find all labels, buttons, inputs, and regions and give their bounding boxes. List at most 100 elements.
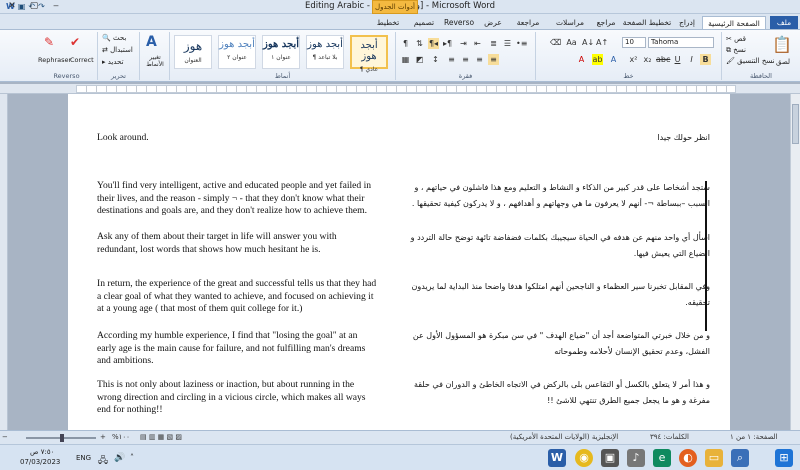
multilevel-list-icon[interactable]: ≣ [488,38,499,49]
style-heading-1[interactable]: أبجد هوز عنوان ١ [262,35,300,69]
grow-font-icon[interactable]: A↑ [596,37,608,48]
increase-indent-icon[interactable]: ⇥ [458,38,469,49]
en-paragraph-1[interactable]: Look around. [97,132,377,145]
view-buttons-icon[interactable]: ▤ ▥ ▦ ▧ ▨ [140,433,182,441]
change-case-icon[interactable]: Aa [566,37,577,48]
numbering-icon[interactable]: ☰ [502,38,513,49]
tab-page-layout[interactable]: تخطيط الصفحة [622,16,672,29]
subscript-icon[interactable]: x₂ [642,54,653,65]
shrink-font-icon[interactable]: A↓ [582,37,594,48]
replace-button[interactable]: ⇄ استبدال [102,46,133,54]
ar-paragraph-6[interactable]: و هذا أمر لا يتعلق بالكسل أو التقاعس بلى… [400,377,710,409]
bold-icon[interactable]: B [700,54,711,65]
firefox-taskbar-icon[interactable]: ◐ [679,449,697,467]
rtl-direction-icon[interactable]: ¶◂ [428,38,439,49]
change-styles-icon[interactable]: A [146,34,157,50]
search-taskbar-icon[interactable]: ⌕ [731,449,749,467]
en-paragraph-6[interactable]: This is not only about laziness or inact… [97,379,377,417]
tab-file[interactable]: ملف [770,16,798,29]
correct-icon[interactable]: ✔ [70,35,80,49]
tab-review[interactable]: مراجعة [510,16,546,29]
en-paragraph-4[interactable]: In return, the experience of the great a… [97,278,377,316]
tab-reverso[interactable]: Reverso [444,16,474,29]
clear-format-icon[interactable]: ⌫ [550,37,561,48]
vertical-scrollbar[interactable] [790,94,800,430]
ar-paragraph-1[interactable]: انظر حولك جيدا [400,130,710,146]
tab-home[interactable]: الصفحة الرئيسية [702,16,766,29]
taskbar-language[interactable]: ENG [76,454,91,462]
align-center-icon[interactable]: ≡ [474,54,485,65]
paste-icon[interactable]: 📋 [772,35,792,54]
maximize-window-button[interactable]: ▢ [22,0,46,13]
paste-button[interactable]: لصق [776,58,790,66]
zoom-slider-thumb[interactable] [60,434,64,442]
line-spacing-icon[interactable]: ↕ [430,54,441,65]
align-left-icon[interactable]: ≡ [488,54,499,65]
font-color-icon[interactable]: A [576,54,587,65]
highlight-icon[interactable]: ab [592,54,603,65]
start-button-icon[interactable]: ⊞ [775,449,793,467]
folder-taskbar-icon[interactable]: ▭ [705,449,723,467]
ltr-direction-icon[interactable]: ▸¶ [442,38,453,49]
ar-paragraph-2[interactable]: ستجد أشخاصا على قدر كبير من الذكاء و الن… [400,180,710,212]
style-heading-2[interactable]: أبجد هوز عنوان ٢ [218,35,256,69]
minimize-window-button[interactable]: ‒ [44,0,68,13]
word-taskbar-icon[interactable]: W [548,449,566,467]
copy-button[interactable]: ⧉ نسخ [726,46,746,55]
en-paragraph-5[interactable]: According my humble experience, I find t… [97,330,377,368]
close-window-button[interactable]: ✕ [0,0,24,13]
en-paragraph-2[interactable]: You'll find very intelligent, active and… [97,180,377,218]
taskbar-time[interactable]: ٧:٥٠ ص [30,448,54,456]
zoom-in-icon[interactable]: + [100,433,106,441]
tab-view[interactable]: عرض [480,16,506,29]
scrollbar-thumb[interactable] [792,104,799,144]
tray-arrow-icon[interactable]: ˄ [130,453,134,462]
align-right-icon[interactable]: ≡ [460,54,471,65]
select-button[interactable]: ▸ تحديد [102,58,124,66]
volume-icon[interactable]: 🔊 [114,453,125,463]
strikethrough-icon[interactable]: abc [656,54,670,65]
sort-icon[interactable]: ⇅ [414,38,425,49]
shading-icon[interactable]: ◩ [414,54,425,65]
taskbar-date[interactable]: 07/03/2023 [20,458,60,466]
zoom-out-icon[interactable]: − [2,433,8,441]
ar-paragraph-3[interactable]: اسأل أي واحد منهم عن هدفه في الحياة سيجي… [400,230,710,262]
change-styles-button[interactable]: تغيير الأنماط [141,54,169,68]
style-normal[interactable]: أبجد هوز ¶ عادي [350,35,388,73]
network-icon[interactable]: 🖧 [98,453,108,469]
status-page-number[interactable]: الصفحة: ١ من ١ [730,433,778,441]
cut-button[interactable]: ✂ قص [726,35,746,43]
en-paragraph-3[interactable]: Ask any of them about their target in li… [97,231,377,256]
style-title[interactable]: هوز العنوان [174,35,212,69]
superscript-icon[interactable]: x² [628,54,639,65]
status-language[interactable]: الإنجليزية (الولايات المتحدة الأمريكية) [510,433,618,441]
bullets-icon[interactable]: •≡ [516,38,527,49]
decrease-indent-icon[interactable]: ⇤ [472,38,483,49]
correct-button[interactable]: Correct [70,56,94,64]
document-page[interactable]: Look around. You'll find very intelligen… [68,94,730,430]
justify-icon[interactable]: ≡ [446,54,457,65]
status-word-count[interactable]: الكلمات: ٣٩٤ [650,433,689,441]
find-button[interactable]: 🔍 بحث [102,34,126,42]
rephraser-icon[interactable]: ✎ [44,35,54,49]
style-no-spacing[interactable]: أبجد هوز ¶ بلا تباعد [306,35,344,69]
underline-icon[interactable]: U [672,54,683,65]
text-effects-icon[interactable]: A [608,54,619,65]
horizontal-ruler[interactable] [0,84,800,94]
tab-insert[interactable]: إدراج [676,16,698,29]
tab-references[interactable]: مراجع [594,16,618,29]
rephraser-button[interactable]: Rephraser [38,56,71,64]
edge-taskbar-icon[interactable]: e [653,449,671,467]
tab-design[interactable]: تصميم [408,16,440,29]
chrome-taskbar-icon[interactable]: ◉ [575,449,593,467]
zoom-level[interactable]: %١٠٠ [112,433,130,441]
format-painter-button[interactable]: 🖌 نسخ التنسيق [726,57,775,65]
show-marks-icon[interactable]: ¶ [400,38,411,49]
italic-icon[interactable]: I [686,54,697,65]
terminal-taskbar-icon[interactable]: ▣ [601,449,619,467]
ar-paragraph-5[interactable]: و من خلال خبرتي المتواضعة أجد أن "ضياع ا… [400,328,710,360]
font-size-box[interactable]: 10 [622,37,646,48]
tab-mailings[interactable]: مراسلات [550,16,590,29]
tab-layout[interactable]: تخطيط [372,16,404,29]
media-taskbar-icon[interactable]: ♪ [627,449,645,467]
